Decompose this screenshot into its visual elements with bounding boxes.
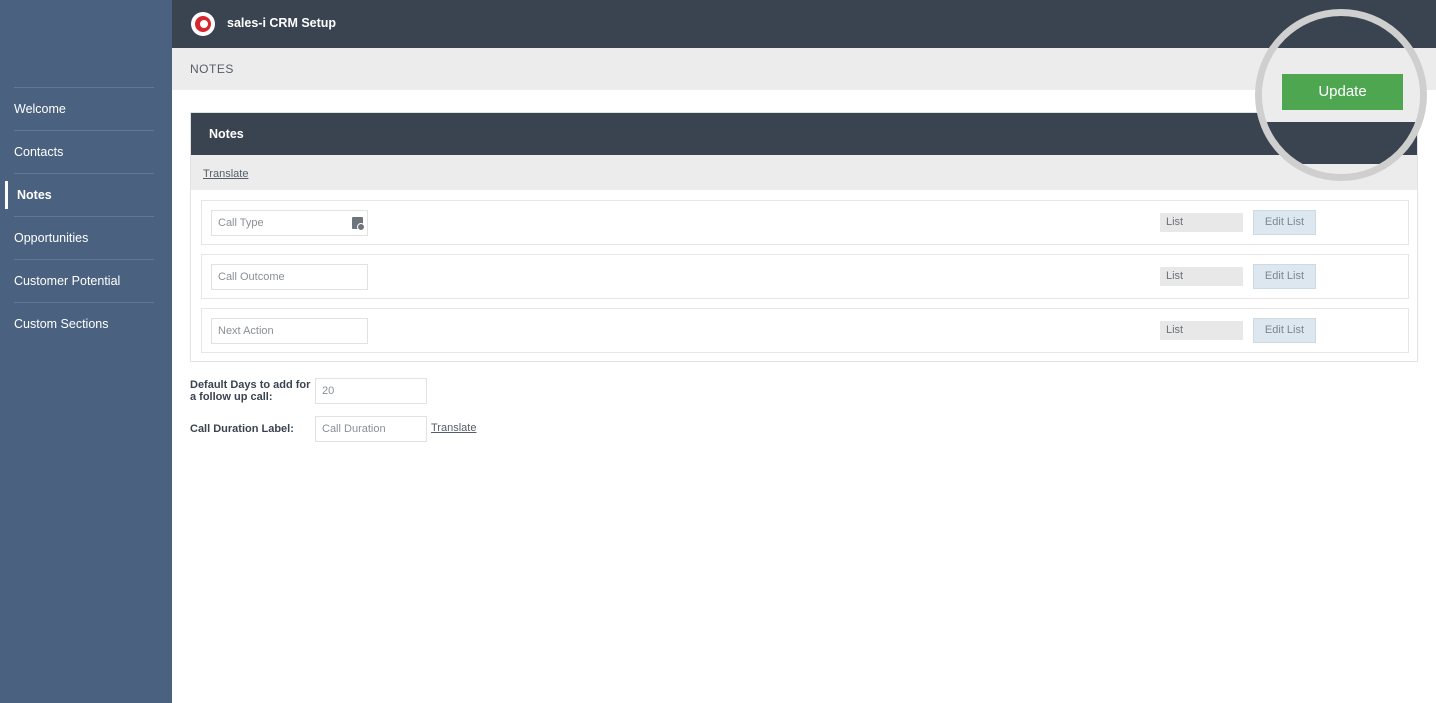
sidebar-item-label: Notes [17, 188, 52, 202]
sidebar-item-label: Opportunities [14, 231, 89, 245]
sidebar-item-opportunities[interactable]: Opportunities [14, 216, 154, 259]
sidebar-item-label: Contacts [14, 145, 64, 159]
panel-title: Notes [191, 113, 1417, 155]
sidebar: Welcome Contacts Notes Opportunities Cus… [0, 0, 172, 703]
field-row-call-outcome: Call Outcome List Edit List [201, 254, 1409, 299]
sidebar-item-contacts[interactable]: Contacts [14, 130, 154, 173]
panel-toolbar: Translate [191, 155, 1417, 190]
call-outcome-input[interactable]: Call Outcome [211, 264, 368, 290]
call-duration-translate-link[interactable]: Translate [431, 422, 476, 434]
notes-panel: Notes Translate Call Type List Edit List… [190, 112, 1418, 362]
sidebar-item-customer-potential[interactable]: Customer Potential [14, 259, 154, 302]
app-title: sales-i CRM Setup [227, 16, 337, 30]
call-duration-label: Call Duration Label: [190, 423, 294, 435]
field-value: Call Type [218, 217, 264, 229]
edit-list-button[interactable]: Edit List [1253, 210, 1316, 235]
field-type-select[interactable]: List [1160, 267, 1243, 286]
sidebar-item-custom-sections[interactable]: Custom Sections [14, 302, 154, 345]
field-value: Next Action [218, 325, 274, 337]
field-row-next-action: Next Action List Edit List [201, 308, 1409, 353]
default-days-input[interactable]: 20 [315, 378, 427, 404]
field-type-select[interactable]: List [1160, 321, 1243, 340]
translate-link[interactable]: Translate [203, 168, 248, 180]
edit-list-button[interactable]: Edit List [1253, 318, 1316, 343]
call-duration-input[interactable]: Call Duration [315, 416, 427, 442]
update-button[interactable]: Update [1282, 74, 1403, 110]
sales-i-logo-icon [191, 12, 215, 36]
field-type-select[interactable]: List [1160, 213, 1243, 232]
sidebar-nav: Welcome Contacts Notes Opportunities Cus… [0, 87, 172, 345]
breadcrumb: NOTES [190, 62, 234, 76]
next-action-input[interactable]: Next Action [211, 318, 368, 344]
top-bar: sales-i CRM Setup [172, 0, 1436, 48]
sidebar-item-welcome[interactable]: Welcome [14, 87, 154, 130]
sidebar-item-notes[interactable]: Notes [5, 173, 154, 216]
translate-icon[interactable] [352, 217, 365, 231]
sidebar-item-label: Custom Sections [14, 317, 109, 331]
edit-list-button[interactable]: Edit List [1253, 264, 1316, 289]
sidebar-item-label: Customer Potential [14, 274, 121, 288]
sidebar-item-label: Welcome [14, 102, 66, 116]
breadcrumb-bar: NOTES [172, 48, 1436, 90]
default-days-label: Default Days to add for a follow up call… [190, 379, 311, 403]
field-value: Call Outcome [218, 271, 285, 283]
call-type-input[interactable]: Call Type [211, 210, 368, 236]
field-row-call-type: Call Type List Edit List [201, 200, 1409, 245]
